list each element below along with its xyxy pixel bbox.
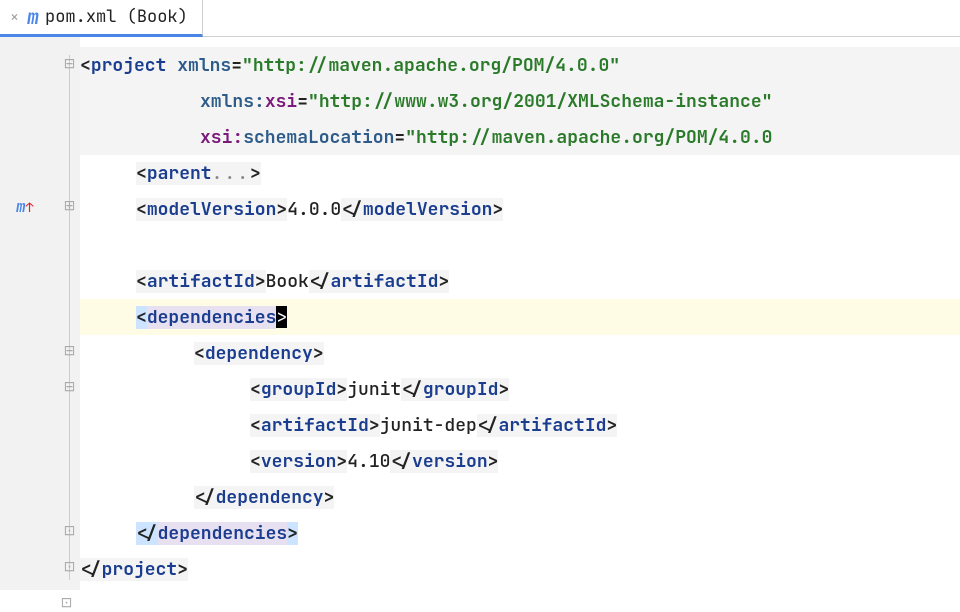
xml-text: junit-dep [380, 414, 477, 437]
xml-tag: dependency [205, 342, 313, 365]
xml-tag: parent [147, 162, 212, 185]
code-line[interactable]: </dependencies> [80, 515, 960, 551]
code-line[interactable]: <modelVersion>4.0.0</modelVersion> [80, 191, 960, 227]
xml-text: 4.10 [347, 450, 390, 473]
xml-tag: modelVersion [147, 198, 277, 221]
fold-handle-icon[interactable]: ⊟ [62, 57, 77, 72]
fold-ellipsis[interactable]: ... [212, 162, 250, 185]
editor-tab-pom[interactable]: × m pom.xml (Book) [0, 0, 203, 37]
fold-handle-icon[interactable]: ⊟ [62, 380, 77, 395]
xml-text: junit [347, 378, 401, 401]
code-line[interactable]: </project> [80, 551, 960, 587]
xml-tag: artifactId [261, 414, 369, 437]
gutter[interactable]: ⊟ m↑ ⊞ ⊟ ⊟ ⊡ ⊡ ⊡ [0, 37, 80, 590]
xml-tag: project [102, 558, 178, 581]
xml-tag: dependencies [147, 306, 277, 329]
code-line[interactable]: </dependency> [80, 479, 960, 515]
xml-tag: version [412, 450, 488, 473]
code-line[interactable]: xsi:schemaLocation="http://maven.apache.… [80, 119, 960, 155]
xml-tag: groupId [261, 378, 337, 401]
code-line[interactable]: xmlns:xsi="http://www.w3.org/2001/XMLSch… [80, 83, 960, 119]
xml-text: 4.0.0 [287, 198, 341, 221]
xml-tag: project [91, 54, 167, 77]
code-line[interactable]: <groupId>junit</groupId> [80, 371, 960, 407]
xml-text: Book [266, 270, 309, 293]
fold-handle-expand-icon[interactable]: ⊞ [62, 199, 77, 214]
xml-tag: dependencies [158, 522, 288, 545]
xml-string: "http://maven.apache.org/POM/4.0.0 [405, 126, 772, 149]
maven-nav-icon[interactable]: m↑ [16, 196, 56, 217]
xml-attr: xmlns: [200, 90, 265, 113]
xml-tag: version [261, 450, 337, 473]
xml-attr: schemaLocation [243, 126, 394, 149]
code-line[interactable]: <artifactId>Book</artifactId> [80, 263, 960, 299]
editor-area: ⊟ m↑ ⊞ ⊟ ⊟ ⊡ ⊡ ⊡ <project xmlns="http://… [0, 37, 960, 590]
tab-bar: × m pom.xml (Book) [0, 0, 960, 37]
xml-string: "http://www.w3.org/2001/XMLSchema-instan… [308, 90, 772, 113]
code-editor[interactable]: <project xmlns="http://maven.apache.org/… [80, 37, 960, 590]
xml-tag: artifactId [147, 270, 255, 293]
fold-close-icon[interactable]: ⊡ [59, 596, 74, 611]
tab-title: pom.xml (Book) [45, 6, 188, 28]
xml-attr: xmlns [177, 54, 231, 77]
xml-ns: xsi [265, 90, 297, 113]
caret: > [276, 306, 287, 328]
xml-tag: artifactId [330, 270, 438, 293]
code-line[interactable]: <parent...> [80, 155, 960, 191]
code-line[interactable]: <version>4.10</version> [80, 443, 960, 479]
close-icon[interactable]: × [10, 7, 19, 27]
code-line[interactable] [80, 227, 960, 263]
fold-close-icon[interactable]: ⊡ [62, 560, 77, 575]
xml-tag: modelVersion [363, 198, 493, 221]
maven-file-icon: m [27, 7, 39, 27]
fold-close-icon[interactable]: ⊡ [62, 524, 77, 539]
xml-tag: groupId [423, 378, 499, 401]
xml-tag: dependency [216, 486, 324, 509]
xml-ns: xsi: [200, 126, 243, 149]
xml-tag: artifactId [498, 414, 606, 437]
fold-handle-icon[interactable]: ⊟ [62, 344, 77, 359]
code-line[interactable]: <artifactId>junit-dep</artifactId> [80, 407, 960, 443]
code-line[interactable]: <dependency> [80, 335, 960, 371]
code-line[interactable]: <project xmlns="http://maven.apache.org/… [80, 47, 960, 83]
xml-string: "http://maven.apache.org/POM/4.0.0" [242, 54, 620, 77]
code-line-current[interactable]: <dependencies> [80, 299, 960, 335]
